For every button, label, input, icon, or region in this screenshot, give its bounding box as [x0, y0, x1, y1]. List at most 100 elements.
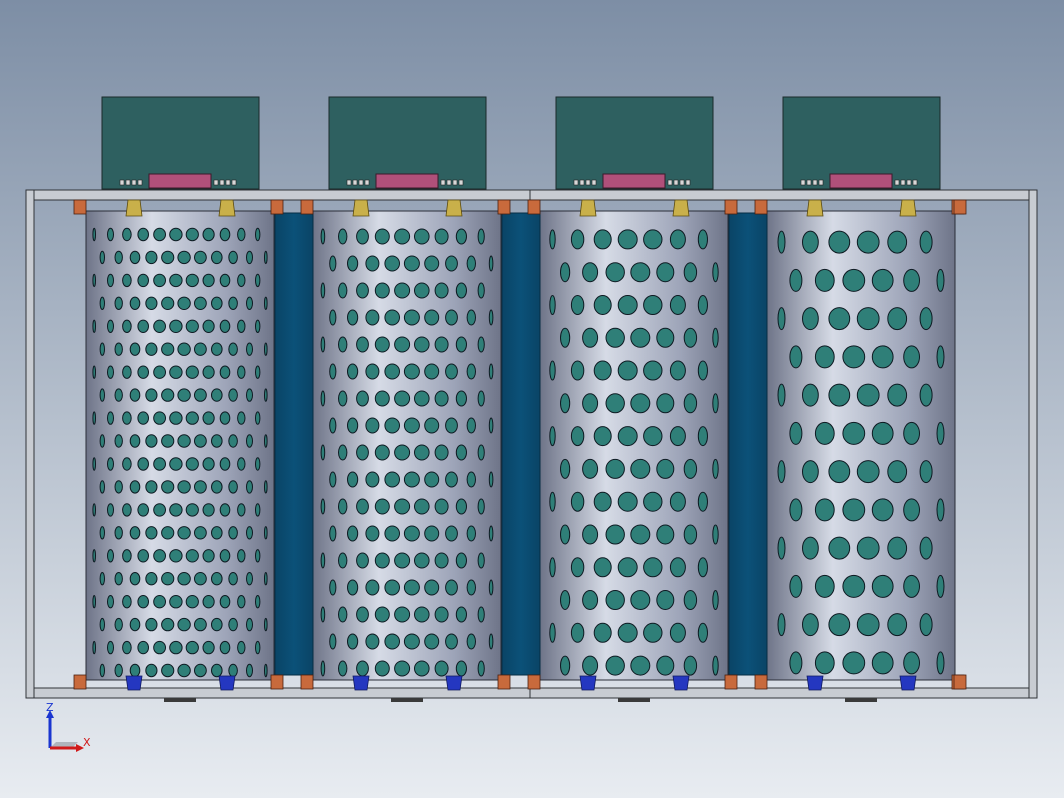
perforation-hole — [185, 549, 199, 563]
perforation-hole — [414, 498, 430, 515]
perforation-hole — [145, 480, 158, 494]
perforation-hole — [137, 365, 149, 379]
perforation-hole — [466, 417, 476, 434]
perforation-hole — [394, 282, 411, 299]
perforation-hole — [374, 552, 390, 569]
perforation-hole — [365, 309, 380, 326]
perforation-hole — [194, 342, 207, 356]
perforation-hole — [211, 296, 223, 310]
perforation-hole — [202, 457, 215, 471]
perforation-hole — [669, 557, 686, 578]
perforation-hole — [455, 336, 467, 353]
cad-scene[interactable]: Z X — [0, 0, 1064, 798]
perforation-hole — [153, 595, 167, 609]
perforation-hole — [466, 579, 476, 596]
perforation-hole — [122, 319, 132, 333]
perforation-hole — [202, 273, 215, 288]
perforation-hole — [630, 590, 651, 610]
perforation-hole — [107, 365, 114, 379]
display-panel — [375, 173, 439, 189]
perforation-hole — [202, 227, 215, 242]
perforation-hole — [683, 262, 698, 283]
perforation-hole — [656, 327, 675, 348]
perforation-hole — [434, 552, 449, 569]
perforation-hole — [219, 640, 231, 655]
terminal — [673, 179, 679, 186]
perforation-hole — [237, 319, 246, 333]
perforation-hole — [683, 655, 698, 676]
bottom-clamp — [754, 674, 768, 690]
perforation-hole — [169, 640, 183, 655]
perforation-hole — [246, 663, 253, 678]
perforation-hole — [161, 572, 175, 586]
perforation-hole — [161, 526, 175, 540]
filter-cylinder-3 — [539, 210, 729, 681]
perforation-hole — [122, 365, 132, 379]
perforation-hole — [887, 536, 908, 560]
mounting-foot — [845, 698, 877, 702]
perforation-hole — [582, 524, 599, 545]
perforation-hole — [903, 651, 920, 675]
perforation-hole — [477, 336, 485, 353]
perforation-hole — [107, 595, 114, 609]
perforation-hole — [356, 228, 369, 245]
perforation-hole — [122, 227, 132, 242]
perforation-hole — [211, 526, 223, 540]
frame-right-post — [1028, 189, 1038, 699]
terminal — [906, 179, 912, 186]
perforation-hole — [365, 633, 380, 650]
terminal — [231, 179, 237, 186]
perforation-hole — [246, 617, 253, 632]
perforation-hole — [477, 552, 485, 569]
perforation-hole — [320, 552, 326, 569]
perforation-hole — [219, 549, 231, 563]
perforation-hole — [185, 595, 199, 609]
perforation-hole — [789, 574, 803, 598]
perforation-hole — [656, 590, 675, 610]
perforation-hole — [936, 268, 945, 292]
perforation-hole — [347, 525, 359, 542]
perforation-hole — [605, 590, 625, 610]
perforation-hole — [320, 336, 326, 353]
perforation-hole — [246, 342, 253, 356]
mounting-foot — [164, 698, 196, 702]
perforation-hole — [211, 388, 223, 402]
perforation-hole — [177, 296, 191, 310]
perforation-hole — [802, 613, 819, 637]
perforation-hole — [570, 622, 585, 643]
perforation-hole — [99, 296, 106, 310]
perforation-hole — [712, 327, 719, 348]
perforation-hole — [161, 617, 175, 632]
display-panel — [602, 173, 666, 189]
perforation-hole — [828, 307, 851, 331]
perforation-hole — [211, 663, 223, 678]
perforation-hole — [434, 606, 449, 623]
perforation-hole — [814, 574, 835, 598]
perforation-hole — [466, 633, 476, 650]
perforation-hole — [237, 549, 246, 563]
perforation-hole — [145, 342, 158, 356]
perforation-hole — [617, 360, 638, 381]
terminal — [806, 179, 812, 186]
perforation-hole — [145, 617, 158, 632]
perforation-hole — [789, 498, 803, 522]
perforation-hole — [712, 262, 719, 283]
perforation-hole — [656, 524, 675, 545]
perforation-hole — [177, 342, 191, 356]
perforation-hole — [129, 250, 141, 265]
terminal — [440, 179, 446, 186]
perforation-hole — [403, 471, 420, 488]
perforation-hole — [683, 590, 698, 610]
perforation-hole — [177, 617, 191, 632]
perforation-hole — [194, 388, 207, 402]
perforation-hole — [424, 417, 440, 434]
cad-viewport[interactable]: Z X — [0, 0, 1064, 798]
perforation-hole — [237, 365, 246, 379]
top-clamp — [754, 199, 768, 215]
perforation-hole — [153, 503, 167, 517]
perforation-hole — [145, 388, 158, 402]
perforation-hole — [161, 250, 175, 265]
perforation-hole — [237, 595, 246, 609]
perforation-hole — [137, 227, 149, 242]
perforation-hole — [338, 282, 348, 299]
